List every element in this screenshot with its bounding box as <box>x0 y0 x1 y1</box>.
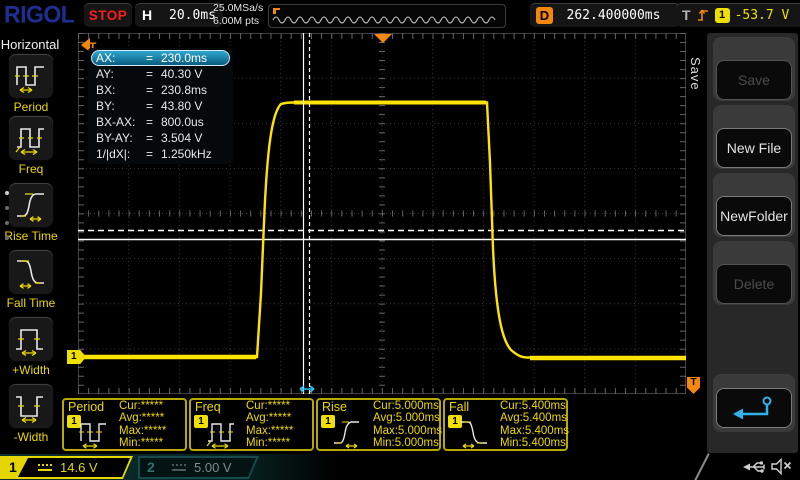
softkey-period-label[interactable]: Period <box>0 100 62 114</box>
fall-waveform-icon <box>458 417 498 449</box>
new-folder-button[interactable]: NewFolder <box>716 196 792 236</box>
fall-time-icon <box>13 255 49 289</box>
softkey-neg-width[interactable] <box>9 384 53 428</box>
freq-icon <box>13 121 49 155</box>
rigol-logo: RIGOL <box>4 0 74 28</box>
measurement-panel-freq: Freq 1 Cur:***** Avg:***** Max:***** Min… <box>189 398 314 451</box>
softkey-freq-label[interactable]: Freq <box>0 162 62 176</box>
cursor-row-by: BY: = 43.80 V <box>91 98 230 114</box>
left-menu-title: Horizontal <box>0 37 60 52</box>
pos-width-icon <box>13 322 49 356</box>
softkey-pos-width[interactable] <box>9 317 53 361</box>
delay-value: 262.400000ms <box>553 8 674 23</box>
cursor-row-dy: BY-AY: = 3.504 V <box>91 130 230 146</box>
cursor-row-bx: BX: = 230.8ms <box>91 82 230 98</box>
measurement-panel-period: Period 1 Cur:***** Avg:***** Max:***** M… <box>62 398 187 451</box>
horizontal-timebase-box: H 20.0ms <box>135 3 223 27</box>
delay-offset-box: D 262.400000ms <box>530 3 680 27</box>
delay-badge: D <box>536 7 553 24</box>
back-button[interactable] <box>716 388 792 428</box>
cursor-readout-panel: AX: = 230.0ms AY: = 40.30 V BX: = 230.8m… <box>88 48 233 164</box>
waveform-preview-bar[interactable] <box>268 4 506 28</box>
softkey-fall-time[interactable] <box>9 250 53 294</box>
sample-rate: 25.0MSa/s <box>213 2 263 15</box>
cursor-row-dx: BX-AX: = 800.0us <box>91 114 230 130</box>
memory-depth: 6.00M pts <box>213 15 263 28</box>
freq-waveform-icon <box>204 417 244 449</box>
period-icon <box>13 59 49 93</box>
oscilloscope-screen: RIGOL STOP H 20.0ms 25.0MSa/s 6.00M pts … <box>0 0 800 480</box>
speaker-muted-icon <box>770 457 794 476</box>
cursor-row-ax: AX: = 230.0ms <box>91 50 230 66</box>
channel1-scale: 14.6 V <box>60 460 98 475</box>
acquisition-info: 25.0MSa/s 6.00M pts <box>213 2 263 28</box>
softkey-neg-width-label[interactable]: -Width <box>0 430 62 444</box>
trigger-source-badge: 1 <box>715 8 730 23</box>
measurement-panel-rise: Rise 1 Cur:5.000ms Avg:5.000ms Max:5.000… <box>316 398 441 451</box>
run-state-label: STOP <box>89 8 128 23</box>
softkey-period[interactable] <box>9 54 53 98</box>
trigger-level-marker: T <box>687 377 700 394</box>
timebase-value: 20.0ms <box>169 8 216 23</box>
return-arrow-icon <box>731 394 777 422</box>
cursor-pair-icon <box>300 386 314 392</box>
save-button[interactable]: Save <box>716 60 792 100</box>
dc-coupling-icon <box>172 464 186 471</box>
measurement-panel-fall: Fall 1 Cur:5.400ms Avg:5.400ms Max:5.400… <box>443 398 568 451</box>
softkey-fall-time-label[interactable]: Fall Time <box>0 296 62 310</box>
softkey-rise-time[interactable] <box>9 183 53 227</box>
softkey-rise-time-label[interactable]: Rise Time <box>0 229 62 243</box>
channel2-tab[interactable]: 2 5.00 V <box>138 456 259 479</box>
right-menu-tab: Save <box>688 57 703 91</box>
menu-page-dot <box>5 206 9 210</box>
usb-icon <box>742 459 768 475</box>
channel1-tab[interactable]: 1 14.6 V <box>0 456 133 479</box>
rise-time-icon <box>13 188 49 222</box>
neg-width-icon <box>13 389 49 423</box>
cursor-row-ay: AY: = 40.30 V <box>91 66 230 82</box>
softkey-freq[interactable] <box>9 116 53 160</box>
channel2-scale: 5.00 V <box>194 460 232 475</box>
softkey-pos-width-label[interactable]: +Width <box>0 363 62 377</box>
channel2-number: 2 <box>147 458 155 477</box>
menu-page-dot <box>5 191 9 195</box>
preview-waveform-icon <box>269 5 503 25</box>
run-state-indicator: STOP <box>84 3 132 27</box>
channel1-number: 1 <box>2 458 28 477</box>
trigger-position-icon <box>374 34 392 43</box>
menu-page-dot <box>5 221 9 225</box>
dc-coupling-icon <box>38 464 52 471</box>
new-file-button[interactable]: New File <box>716 128 792 168</box>
rise-waveform-icon <box>331 417 371 449</box>
trigger-slope-icon <box>696 7 710 23</box>
cursor-row-inv-dx: 1/|dX|: = 1.250kHz <box>91 146 230 162</box>
menu-page-dot <box>5 236 9 240</box>
delete-button[interactable]: Delete <box>716 264 792 304</box>
h-label: H <box>142 7 152 23</box>
period-waveform-icon <box>77 417 117 449</box>
trigger-label: T <box>682 7 691 23</box>
trigger-level-value: -53.7 V <box>735 8 790 23</box>
trigger-status-box: T 1 -53.7 V <box>676 3 800 27</box>
